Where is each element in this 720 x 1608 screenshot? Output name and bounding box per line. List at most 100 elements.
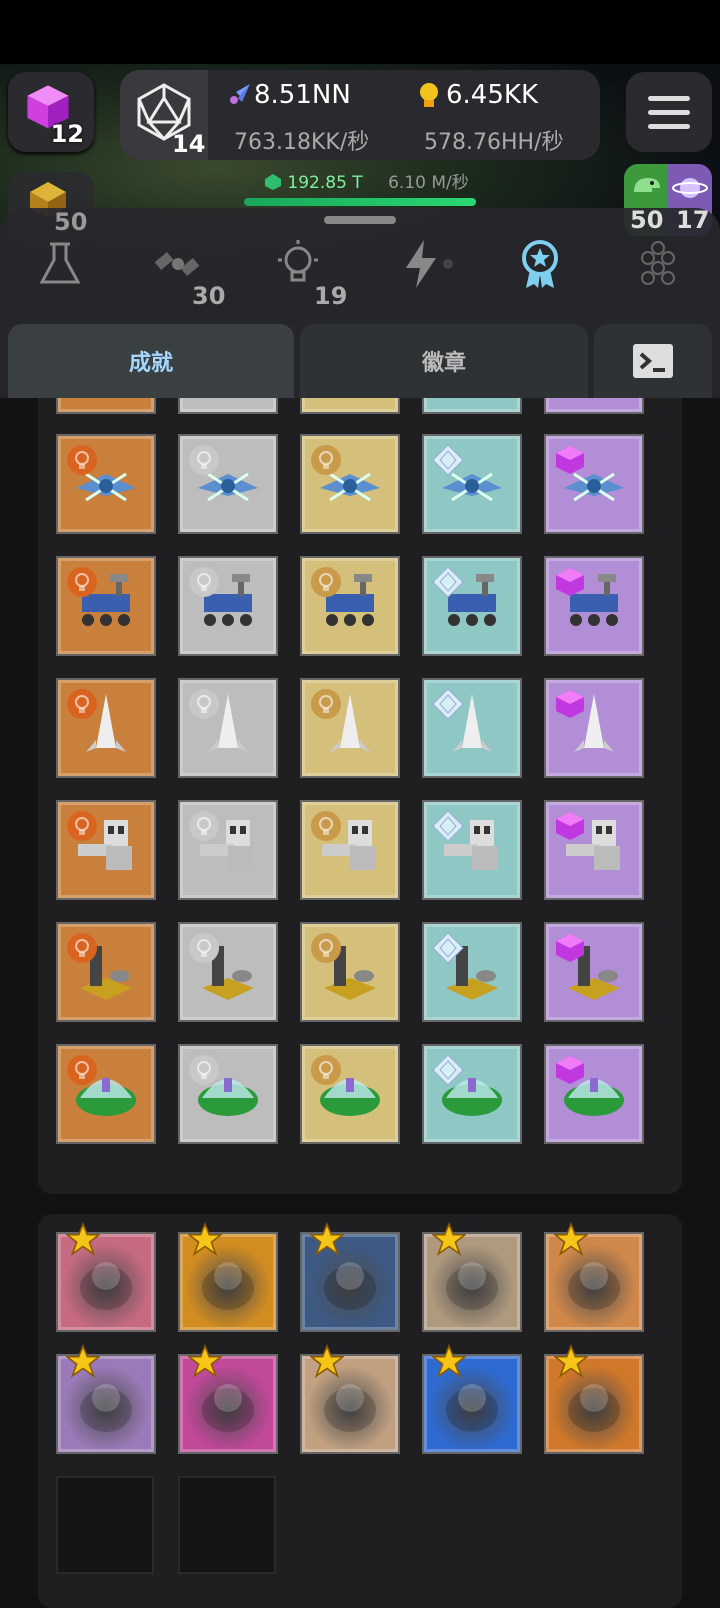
- achievement-biodome-silver[interactable]: [178, 1044, 278, 1144]
- hexagon-grid-icon[interactable]: [630, 236, 686, 292]
- achievement-rover-diamond[interactable]: [422, 556, 522, 656]
- special-badge-purple-dragon-portrait[interactable]: [56, 1344, 156, 1454]
- status-bar: [0, 0, 720, 64]
- achievement-shuttle-gold[interactable]: [300, 678, 400, 778]
- achievement-drone-amethyst[interactable]: [544, 434, 644, 534]
- tab-badges[interactable]: 徽章: [300, 324, 588, 398]
- achievement-shuttle-diamond[interactable]: [422, 678, 522, 778]
- planet-icon: [672, 178, 708, 198]
- achievement-grid-panel: [38, 398, 682, 1194]
- silver-badge-icon: [189, 689, 219, 719]
- rocket-icon: [230, 84, 250, 104]
- bottom-sheet: 50 50 17 30 19 成就 徽章: [0, 206, 720, 398]
- achievement-tower-gold[interactable]: [300, 922, 400, 1022]
- dot-indicator: [443, 259, 453, 269]
- tab-badges-label: 徽章: [421, 351, 466, 376]
- drag-handle[interactable]: [324, 216, 396, 224]
- console-button[interactable]: [594, 324, 712, 398]
- achievement-tower-silver[interactable]: [178, 922, 278, 1022]
- bronze-badge-icon: [67, 1055, 97, 1085]
- diamond-badge-icon: [432, 688, 464, 720]
- achievement-robot-silver[interactable]: [178, 800, 278, 900]
- menu-line: [648, 110, 690, 115]
- amethyst-badge-icon: [556, 690, 584, 718]
- achievement-cell-partial-amethyst[interactable]: [544, 398, 644, 414]
- amethyst-badge-icon: [556, 446, 584, 474]
- top-bar: 12 14 8.51NN 763.18KK/秒 6.45KK 578.76HH/…: [0, 70, 720, 170]
- empty-badge-slot: [56, 1476, 154, 1574]
- diamond-badge-icon: [432, 566, 464, 598]
- award-ribbon-icon[interactable]: [512, 236, 568, 292]
- diamond-badge-icon: [432, 810, 464, 842]
- tab-achievements-label: 成就: [128, 351, 173, 376]
- achievement-drone-gold[interactable]: [300, 434, 400, 534]
- tab-achievements[interactable]: 成就: [8, 324, 294, 398]
- special-badge-fox-portrait[interactable]: [544, 1344, 644, 1454]
- achievement-cell-partial-bronze[interactable]: [56, 398, 156, 414]
- achievement-biodome-gold[interactable]: [300, 1044, 400, 1144]
- achievement-drone-bronze[interactable]: [56, 434, 156, 534]
- bronze-badge-icon: [67, 567, 97, 597]
- achievement-cell-partial-silver[interactable]: [178, 398, 278, 414]
- achievement-robot-gold[interactable]: [300, 800, 400, 900]
- diamond-badge-icon: [432, 444, 464, 476]
- achievement-tower-diamond[interactable]: [422, 922, 522, 1022]
- resource-panel: 14 8.51NN 763.18KK/秒 6.45KK 578.76HH/秒: [120, 70, 600, 160]
- achievement-biodome-diamond[interactable]: [422, 1044, 522, 1144]
- achievement-biodome-bronze[interactable]: [56, 1044, 156, 1144]
- special-badge-shark-portrait[interactable]: [56, 1222, 156, 1332]
- special-badge-blue-fish-portrait[interactable]: [300, 1344, 400, 1454]
- star-icon: [432, 1222, 466, 1256]
- special-badge-panel: [38, 1214, 682, 1608]
- gold-badge-icon: [311, 933, 341, 963]
- silver-badge-icon: [189, 811, 219, 841]
- star-icon: [66, 1222, 100, 1256]
- achievement-robot-diamond[interactable]: [422, 800, 522, 900]
- special-badge-old-man-portrait[interactable]: [422, 1222, 522, 1332]
- achievement-rover-amethyst[interactable]: [544, 556, 644, 656]
- achievement-robot-amethyst[interactable]: [544, 800, 644, 900]
- achievement-shuttle-amethyst[interactable]: [544, 678, 644, 778]
- menu-button[interactable]: [626, 72, 712, 152]
- achievement-robot-bronze[interactable]: [56, 800, 156, 900]
- silver-badge-icon: [189, 1055, 219, 1085]
- dice-button[interactable]: 14: [120, 70, 208, 160]
- bronze-badge-icon: [67, 933, 97, 963]
- achievement-rover-bronze[interactable]: [56, 556, 156, 656]
- special-badge-blue-monster-portrait[interactable]: [422, 1344, 522, 1454]
- silver-badge-icon: [189, 445, 219, 475]
- star-icon: [188, 1344, 222, 1378]
- bronze-badge-icon: [67, 445, 97, 475]
- rocket-value: 8.51NN: [254, 80, 351, 110]
- left-box-count: 50: [54, 208, 88, 236]
- achievement-rover-silver[interactable]: [178, 556, 278, 656]
- achievement-shuttle-silver[interactable]: [178, 678, 278, 778]
- rocket-rate: 763.18KK/秒: [234, 130, 370, 155]
- gold-badge-icon: [311, 1055, 341, 1085]
- satellite-count: 30: [192, 282, 226, 310]
- cube-button[interactable]: 12: [8, 72, 94, 152]
- achievement-drone-diamond[interactable]: [422, 434, 522, 534]
- bronze-badge-icon: [67, 689, 97, 719]
- dice-count: 14: [172, 130, 206, 158]
- cube-count: 12: [50, 120, 84, 148]
- achievement-rover-gold[interactable]: [300, 556, 400, 656]
- special-badge-pink-dolphin-portrait[interactable]: [178, 1344, 278, 1454]
- lightbulb-icon: [420, 83, 438, 107]
- achievement-biodome-amethyst[interactable]: [544, 1044, 644, 1144]
- achievement-shuttle-bronze[interactable]: [56, 678, 156, 778]
- achievement-tower-amethyst[interactable]: [544, 922, 644, 1022]
- achievement-cell-partial-gold[interactable]: [300, 398, 400, 414]
- amethyst-badge-icon: [556, 1056, 584, 1084]
- flask-icon[interactable]: [32, 236, 88, 292]
- star-icon: [554, 1222, 588, 1256]
- achievement-tower-bronze[interactable]: [56, 922, 156, 1022]
- amethyst-badge-icon: [556, 934, 584, 962]
- achievement-drone-silver[interactable]: [178, 434, 278, 534]
- special-badge-crown-portrait[interactable]: [178, 1222, 278, 1332]
- achievement-cell-partial-diamond[interactable]: [422, 398, 522, 414]
- special-badge-mushroom-creature-portrait[interactable]: [544, 1222, 644, 1332]
- diamond-badge-icon: [432, 1054, 464, 1086]
- special-badge-blue-creature-portrait[interactable]: [300, 1222, 400, 1332]
- menu-line: [648, 96, 690, 101]
